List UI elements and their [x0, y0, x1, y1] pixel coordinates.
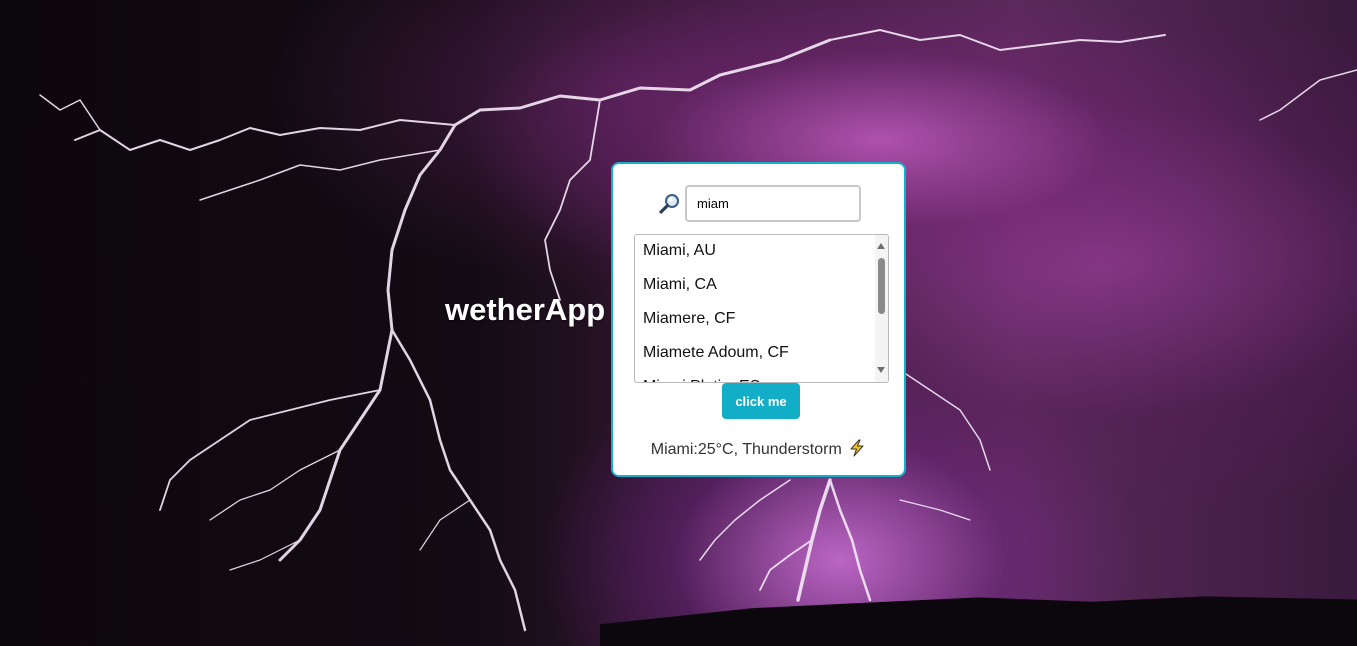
scroll-up-arrow-icon[interactable] [877, 243, 885, 249]
city-search-input[interactable] [685, 185, 861, 222]
weather-result-text: Miami:25°C, Thunderstorm [650, 441, 842, 458]
search-row [659, 185, 861, 222]
magnifier-icon [659, 193, 681, 215]
city-suggestions-list[interactable]: Miami, AU Miami, CA Miamere, CF Miamete … [634, 234, 889, 383]
weather-card: Miami, AU Miami, CA Miamere, CF Miamete … [611, 162, 906, 477]
lightning-bolt-icon [848, 439, 866, 462]
suggestion-item[interactable]: Miami Platja, ES [635, 371, 876, 382]
suggestion-item[interactable]: Miami, CA [635, 269, 876, 303]
suggestion-item[interactable]: Miamete Adoum, CF [635, 337, 876, 371]
suggestion-item[interactable]: Miamere, CF [635, 303, 876, 337]
app-title: wetherApp [445, 292, 606, 327]
scroll-down-arrow-icon[interactable] [877, 367, 885, 373]
suggestion-item[interactable]: Miami, AU [635, 235, 876, 269]
click-me-button[interactable]: click me [722, 383, 800, 419]
list-scrollbar[interactable] [875, 235, 888, 382]
scroll-thumb[interactable] [878, 258, 885, 314]
weather-result: Miami:25°C, Thunderstorm [613, 439, 904, 462]
